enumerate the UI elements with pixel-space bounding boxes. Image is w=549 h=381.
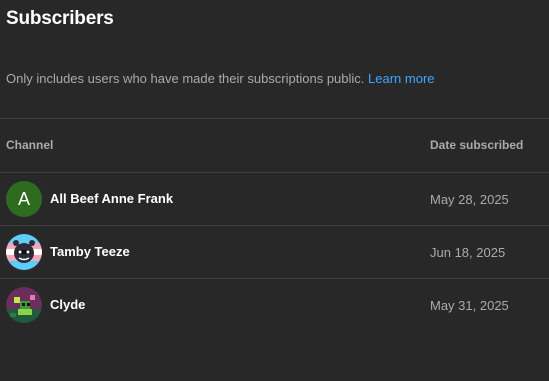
date-subscribed: Jun 18, 2025	[430, 245, 506, 260]
page-title: Subscribers	[6, 8, 114, 29]
date-subscribed: May 28, 2025	[430, 192, 509, 207]
pixel-art-avatar-icon[interactable]	[6, 287, 42, 323]
learn-more-link[interactable]: Learn more	[368, 71, 434, 86]
description-text: Only includes users who have made their …	[6, 71, 365, 86]
avatar[interactable]: A	[6, 181, 42, 217]
cartoon-avatar-icon[interactable]	[6, 234, 42, 270]
column-header-channel: Channel	[6, 138, 54, 152]
column-header-date-subscribed: Date subscribed	[430, 138, 524, 152]
divider	[0, 118, 549, 119]
date-subscribed: May 31, 2025	[430, 298, 509, 313]
table-row: Clyde May 31, 2025	[0, 279, 549, 331]
channel-name[interactable]: Clyde	[50, 297, 85, 312]
channel-name[interactable]: All Beef Anne Frank	[50, 191, 173, 206]
table-row: A All Beef Anne Frank May 28, 2025	[0, 173, 549, 225]
channel-name[interactable]: Tamby Teeze	[50, 244, 130, 259]
table-row: Tamby Teeze Jun 18, 2025	[0, 226, 549, 278]
description: Only includes users who have made their …	[6, 71, 435, 86]
